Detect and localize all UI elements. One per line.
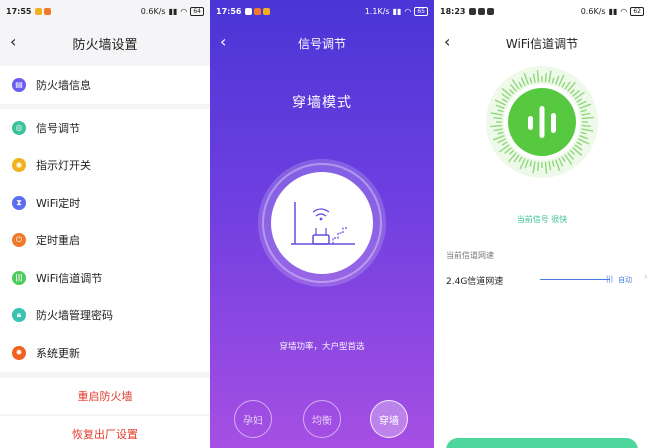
app-notification-icon [245, 7, 253, 15]
wifi-icon: ◠ [180, 6, 188, 16]
mode-button-balanced[interactable]: 均衡 [303, 400, 341, 438]
menu-item-timed-restart[interactable]: ⏻ 定时重启 [0, 222, 210, 260]
factory-reset-section: 恢复出厂设置 [0, 416, 210, 448]
status-right: 1.1K/s ▮▮ ◠ 65 [364, 6, 428, 16]
mode-button-through-wall[interactable]: 穿墙 [370, 400, 408, 438]
menu-item-label: 防火墙管理密码 [36, 309, 113, 323]
battery-icon: 65 [414, 6, 428, 16]
status-right: 0.6K/s ▮▮ ◠ 64 [140, 6, 204, 16]
mode-illustration [271, 172, 373, 274]
indicator-light-icon: ✺ [12, 158, 26, 173]
page-title: 防火墙设置 [72, 37, 138, 53]
menu-item-system-update[interactable]: ✹ 系统更新 [0, 334, 210, 372]
nav-bar: ‹ WiFi信道调节 [434, 22, 650, 64]
signal-ray [493, 117, 503, 120]
page-title: 信号调节 [297, 36, 346, 51]
current-mode-title: 穿墙模式 [292, 95, 352, 111]
app-notification-icon [35, 7, 43, 15]
signal-indicator [484, 64, 600, 180]
signal-icon: ▮▮ [392, 6, 402, 16]
channel-slider-track[interactable] [540, 279, 610, 280]
section-label: 当前信道网速 [446, 251, 494, 260]
signal-strength-icon [486, 66, 598, 178]
notification-icons [469, 7, 495, 15]
status-bar: 18:23 0.6K/s ▮▮ ◠ 62 [434, 0, 650, 22]
signal-adjust-icon: ◎ [12, 120, 26, 135]
info-section: ▤ 防火墙信息 [0, 66, 210, 104]
status-right: 0.6K/s ▮▮ ◠ 62 [580, 6, 644, 16]
channel-bars-icon: ǀǀǀ [12, 270, 26, 285]
network-speed: 0.6K/s [140, 6, 166, 16]
factory-reset-button[interactable]: 恢复出厂设置 [0, 416, 210, 448]
menu-item-indicator-light[interactable]: ✺ 指示灯开关 [0, 147, 210, 185]
bottom-action-button[interactable] [446, 438, 638, 448]
signal-ray [581, 124, 591, 127]
menu-item-wifi-channel[interactable]: ǀǀǀ WiFi信道调节 [0, 259, 210, 297]
app-notification-icon [469, 7, 477, 15]
menu-item-label: 信号调节 [36, 121, 80, 135]
menu-item-label: WiFi信道调节 [36, 271, 103, 285]
channel-value: 自动 [618, 276, 632, 284]
channel-slider-knob[interactable]: ||| [606, 275, 613, 283]
signal-ray [544, 73, 547, 83]
menu-item-label: 系统更新 [36, 346, 80, 360]
app-notification-icon [44, 7, 52, 15]
menu-item-signal-adjust[interactable]: ◎ 信号调节 [0, 109, 210, 147]
status-time: 17:56 [216, 6, 242, 16]
action-section: 重启防火墙 [0, 378, 210, 414]
page-title: WiFi信道调节 [505, 36, 579, 51]
status-time: 18:23 [440, 6, 466, 16]
signal-ray [537, 161, 540, 171]
nav-bar: ‹ 信号调节 [210, 22, 434, 64]
menu-item-label: WiFi定时 [36, 196, 81, 210]
network-speed: 0.6K/s [580, 6, 606, 16]
menu-item-label: 防火墙信息 [36, 78, 91, 92]
chevron-right-icon[interactable]: › [644, 272, 648, 282]
menu-item-wifi-timer[interactable]: ⧗ WiFi定时 [0, 184, 210, 222]
wifi-icon: ◠ [620, 6, 628, 16]
status-time: 17:55 [6, 6, 32, 16]
firewall-settings-screen: 17:55 0.6K/s ▮▮ ◠ 64 ‹ 防火墙设置 ▤ 防火墙信息 ◎ 信… [0, 0, 210, 448]
menu-item-firewall-info[interactable]: ▤ 防火墙信息 [0, 66, 210, 104]
lock-icon: 🔒︎ [12, 308, 26, 323]
app-notification-icon [478, 7, 486, 15]
signal-icon: ▮▮ [168, 6, 178, 16]
signal-status-text: 当前信号 很快 [516, 215, 568, 224]
menu-item-label: 指示灯开关 [36, 159, 91, 173]
power-timer-icon: ⏻ [12, 233, 26, 248]
mode-button-pregnant[interactable]: 孕妇 [234, 400, 272, 438]
back-arrow-icon[interactable]: ‹ [444, 33, 462, 51]
menu-item-admin-password[interactable]: 🔒︎ 防火墙管理密码 [0, 297, 210, 335]
app-notification-icon [263, 7, 271, 15]
back-arrow-icon[interactable]: ‹ [220, 33, 238, 51]
status-bar: 17:55 0.6K/s ▮▮ ◠ 64 [0, 0, 210, 22]
app-notification-icon [487, 7, 495, 15]
battery-icon: 62 [630, 6, 644, 16]
router-wall-icon [291, 202, 355, 245]
battery-icon: 64 [190, 6, 204, 16]
restart-firewall-button[interactable]: 重启防火墙 [0, 378, 210, 414]
network-speed: 1.1K/s [364, 6, 390, 16]
wifi-channel-screen: 18:23 0.6K/s ▮▮ ◠ 62 ‹ WiFi信道调节 当前信号 很快 … [434, 0, 650, 448]
mode-description: 穿墙功率，大户型首选 [279, 342, 365, 352]
wifi-icon: ◠ [404, 6, 412, 16]
info-card-icon: ▤ [12, 77, 26, 92]
channel-label: 2.4G信道网速 [446, 276, 504, 287]
menu-item-label: 定时重启 [36, 234, 80, 248]
hourglass-icon: ⧗ [12, 195, 26, 210]
signal-adjust-screen: 17:56 1.1K/s ▮▮ ◠ 65 ‹ 信号调节 穿墙模式 穿墙功率，大户… [210, 0, 434, 448]
app-notification-icon [254, 7, 262, 15]
signal-icon: ▮▮ [608, 6, 618, 16]
channel-row-2g[interactable]: 2.4G信道网速 ||| 自动 › [446, 272, 648, 288]
update-gear-icon: ✹ [12, 345, 26, 360]
settings-section: ◎ 信号调节 ✺ 指示灯开关 ⧗ WiFi定时 ⏻ 定时重启 ǀǀǀ WiFi信… [0, 109, 210, 372]
notification-icons [35, 7, 52, 15]
nav-bar: ‹ 防火墙设置 [0, 22, 210, 64]
back-arrow-icon[interactable]: ‹ [10, 33, 28, 51]
notification-icons [245, 7, 271, 15]
status-bar: 17:56 1.1K/s ▮▮ ◠ 65 [210, 0, 434, 22]
